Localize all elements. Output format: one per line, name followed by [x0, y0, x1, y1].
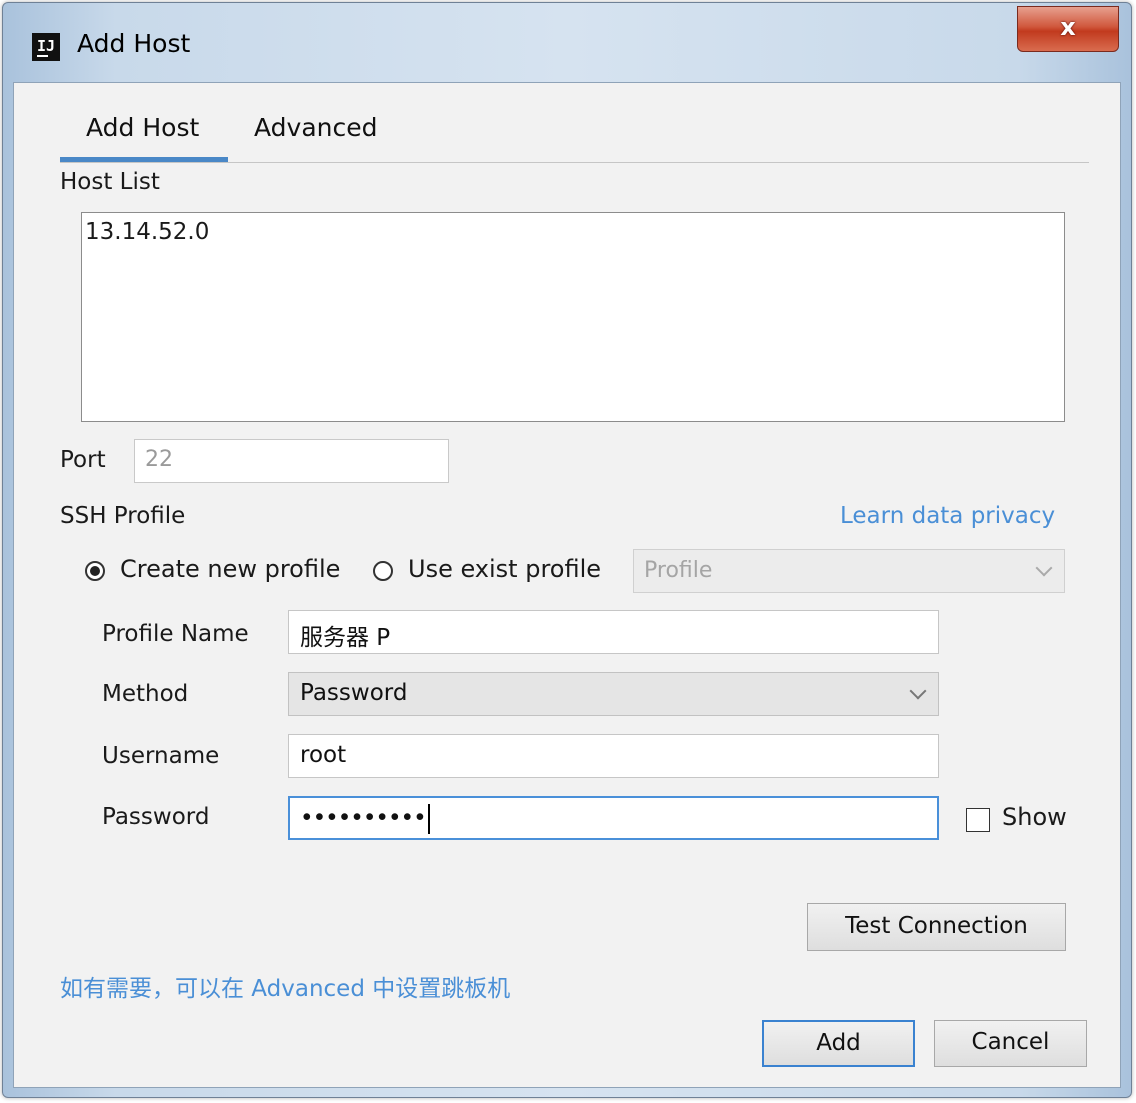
username-input[interactable]: root: [288, 734, 939, 778]
tab-add-host[interactable]: Add Host: [86, 113, 199, 142]
tab-divider: [60, 162, 1089, 163]
profile-select-value: Profile: [644, 558, 713, 583]
username-label: Username: [102, 743, 220, 769]
test-connection-button[interactable]: Test Connection: [807, 903, 1066, 951]
port-label: Port: [60, 447, 106, 473]
method-select[interactable]: Password: [288, 672, 939, 716]
use-exist-profile-radio[interactable]: [373, 561, 393, 581]
close-icon: x: [1060, 13, 1076, 41]
chevron-down-icon: [909, 682, 927, 700]
port-input[interactable]: 22: [134, 439, 449, 483]
method-select-value: Password: [300, 680, 408, 706]
show-password-checkbox[interactable]: [966, 808, 990, 832]
intellij-app-icon: IJ: [32, 33, 60, 61]
chevron-down-icon: [1035, 559, 1053, 577]
profile-name-input[interactable]: 服务器 P: [288, 610, 939, 654]
title-bar[interactable]: IJ Add Host x: [3, 3, 1131, 83]
dialog-content: Add Host Advanced Host List 13.14.52.0 P…: [13, 82, 1121, 1088]
create-new-profile-radio[interactable]: [85, 561, 105, 581]
close-button[interactable]: x: [1017, 6, 1119, 52]
window-title: Add Host: [77, 29, 191, 58]
dialog-window: IJ Add Host x Add Host Advanced Host Lis…: [2, 2, 1132, 1098]
use-exist-profile-label[interactable]: Use exist profile: [408, 555, 601, 583]
text-caret: [427, 804, 430, 834]
show-password-label[interactable]: Show: [1002, 803, 1067, 831]
cancel-button[interactable]: Cancel: [934, 1020, 1087, 1067]
profile-select[interactable]: Profile: [633, 549, 1065, 593]
password-label: Password: [102, 804, 210, 830]
create-new-profile-label[interactable]: Create new profile: [120, 555, 340, 583]
profile-name-label: Profile Name: [102, 621, 249, 647]
host-list-label: Host List: [60, 169, 160, 195]
password-input[interactable]: ••••••••••: [288, 796, 939, 840]
jump-host-hint: 如有需要，可以在 Advanced 中设置跳板机: [60, 976, 511, 1002]
learn-data-privacy-link[interactable]: Learn data privacy: [840, 503, 1055, 529]
tab-advanced[interactable]: Advanced: [254, 113, 378, 142]
ssh-profile-label: SSH Profile: [60, 503, 186, 529]
add-button[interactable]: Add: [762, 1020, 915, 1067]
method-label: Method: [102, 681, 189, 707]
host-list-textarea[interactable]: 13.14.52.0: [81, 212, 1065, 422]
password-masked-value: ••••••••••: [300, 805, 427, 832]
